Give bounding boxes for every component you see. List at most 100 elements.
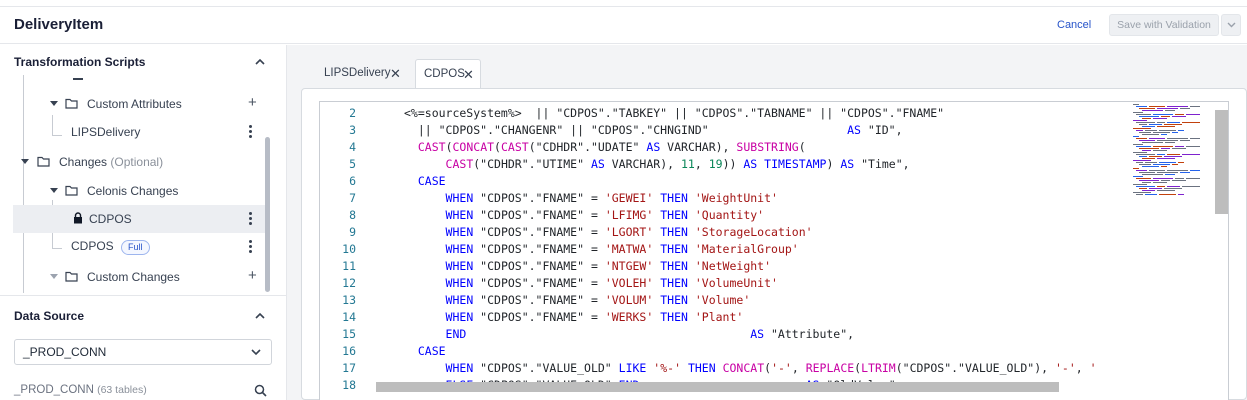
- code-editor[interactable]: 2 3 4 5 6 7 8 9 10 11 12 13 14 15 16 17 18 <%=sourceSyst…: [319, 101, 1229, 400]
- more-options-icon[interactable]: [249, 125, 253, 139]
- code-token: VARCHAR),: [660, 140, 737, 154]
- minimap-segment: [1136, 162, 1143, 163]
- minimap-segment: [1133, 136, 1139, 137]
- chevron-up-icon[interactable]: [255, 58, 265, 65]
- minimap-segment: [1133, 176, 1143, 177]
- add-icon[interactable]: +: [248, 94, 257, 111]
- chevron-up-icon[interactable]: [255, 312, 265, 319]
- code-token: CAST: [500, 140, 529, 154]
- code-token: VARCHAR),: [604, 157, 681, 171]
- code-line: || "CDPOS"."CHANGENR" || "CDPOS"."CHNGIN…: [404, 123, 903, 137]
- code-token: ': [1089, 361, 1097, 375]
- connection-info: _PROD_CONN (63 tables): [14, 384, 147, 396]
- minimap-segment: [1133, 168, 1139, 169]
- minimap-segment: [1175, 178, 1184, 179]
- code-token: "CDPOS"."FNAME" =: [473, 310, 605, 324]
- code-token: AS: [646, 140, 661, 154]
- caret-down-icon[interactable]: [21, 159, 29, 164]
- add-icon[interactable]: +: [248, 267, 257, 284]
- caret-down-icon[interactable]: [50, 274, 58, 279]
- save-with-validation-button[interactable]: Save with Validation: [1109, 14, 1219, 36]
- more-options-icon[interactable]: [249, 212, 253, 226]
- code-token: 'Quantity': [694, 208, 765, 222]
- code-line: WHEN "CDPOS"."FNAME" = 'MATWA' THEN 'Mat…: [404, 242, 799, 256]
- minimap-segment: [1139, 124, 1147, 125]
- tree-item-changes[interactable]: Changes (Optional): [14, 148, 266, 176]
- minimap-segment: [1178, 194, 1184, 195]
- folder-icon: [65, 271, 78, 282]
- code-line: END AS "Attribute",: [404, 327, 855, 341]
- minimap-segment: [1180, 140, 1190, 141]
- tab-cdpos[interactable]: CDPOS ✕: [415, 59, 481, 88]
- more-options-icon[interactable]: [249, 240, 253, 254]
- minimap-segment: [1153, 146, 1173, 147]
- code-token: CONCAT: [452, 140, 495, 154]
- sidebar-scrollbar[interactable]: [265, 137, 270, 292]
- minimap-segment: [1167, 186, 1180, 187]
- tree-item-custom-attributes[interactable]: Custom Attributes +: [14, 90, 266, 118]
- minimap-segment: [1172, 180, 1186, 181]
- code-token: THEN: [660, 225, 688, 239]
- minimap-segment: [1139, 180, 1159, 181]
- caret-down-icon[interactable]: [50, 188, 58, 193]
- minimap-segment: [1172, 132, 1178, 133]
- code-token: WHEN: [445, 225, 474, 239]
- cancel-button[interactable]: Cancel: [1057, 19, 1091, 31]
- code-token: <%=sourceSystem%> || "CDPOS"."TABKEY" ||…: [404, 106, 945, 120]
- caret-down-icon[interactable]: [50, 101, 58, 106]
- code-token: AS: [840, 157, 855, 171]
- minimap-segment: [1153, 132, 1170, 133]
- close-icon[interactable]: ✕: [390, 66, 401, 82]
- minimap-segment: [1136, 154, 1155, 155]
- top-header: DeliveryItem Cancel Save with Validation: [0, 0, 1247, 44]
- save-options-dropdown[interactable]: [1221, 14, 1241, 36]
- minimap-segment: [1180, 172, 1190, 173]
- code-token: WHEN: [445, 293, 474, 307]
- code-token: 'Plant': [694, 310, 744, 324]
- code-line: WHEN "CDPOS"."FNAME" = 'GEWEI' THEN 'Wei…: [404, 191, 778, 205]
- tree-item-lipsdelivery[interactable]: LIPSDelivery: [14, 118, 266, 146]
- line-number: 8: [349, 208, 356, 222]
- code-line: <%=sourceSystem%> || "CDPOS"."TABKEY" ||…: [404, 106, 944, 120]
- minimap-segment: [1159, 162, 1176, 163]
- code-token: WHEN: [445, 259, 474, 273]
- code-token: END: [445, 327, 467, 341]
- code-token: "CDPOS"."FNAME" =: [473, 191, 605, 205]
- tree-item-cdpos-full[interactable]: CDPOS Full: [14, 233, 266, 261]
- editor-vertical-scrollbar[interactable]: [1215, 110, 1228, 214]
- minimap-segment: [1139, 188, 1147, 189]
- minimap-segment: [1149, 170, 1165, 171]
- search-icon[interactable]: [254, 384, 267, 397]
- minimap-segment: [1167, 138, 1188, 139]
- code-token: '-': [771, 361, 792, 375]
- minimap-segment: [1136, 138, 1147, 139]
- minimap-segment: [1133, 128, 1151, 129]
- close-icon[interactable]: ✕: [463, 67, 474, 83]
- code-line: WHEN "CDPOS"."FNAME" = 'LGORT' THEN 'Sto…: [404, 225, 813, 239]
- code-token: "CDPOS"."FNAME" =: [473, 276, 605, 290]
- minimap-segment: [1149, 138, 1165, 139]
- code-token: 'MATWA': [604, 242, 654, 256]
- minimap-segment: [1164, 188, 1182, 189]
- minimap-segment: [1153, 178, 1173, 179]
- code-minimap[interactable]: [1125, 102, 1217, 202]
- data-source-select[interactable]: _PROD_CONN: [14, 339, 272, 365]
- minimap-segment: [1186, 114, 1200, 115]
- tree-item-cdpos-locked[interactable]: CDPOS: [13, 205, 266, 233]
- tree-item-custom-changes[interactable]: Custom Changes +: [14, 263, 266, 291]
- editor-horizontal-scrollbar[interactable]: [376, 382, 1059, 392]
- code-token: LTRIM: [861, 361, 896, 375]
- tree-item-celonis-changes[interactable]: Celonis Changes: [14, 177, 266, 205]
- code-line: WHEN "CDPOS"."FNAME" = 'VOLEH' THEN 'Vol…: [404, 276, 778, 290]
- tab-lipsdelivery[interactable]: LIPSDelivery ✕: [307, 59, 403, 88]
